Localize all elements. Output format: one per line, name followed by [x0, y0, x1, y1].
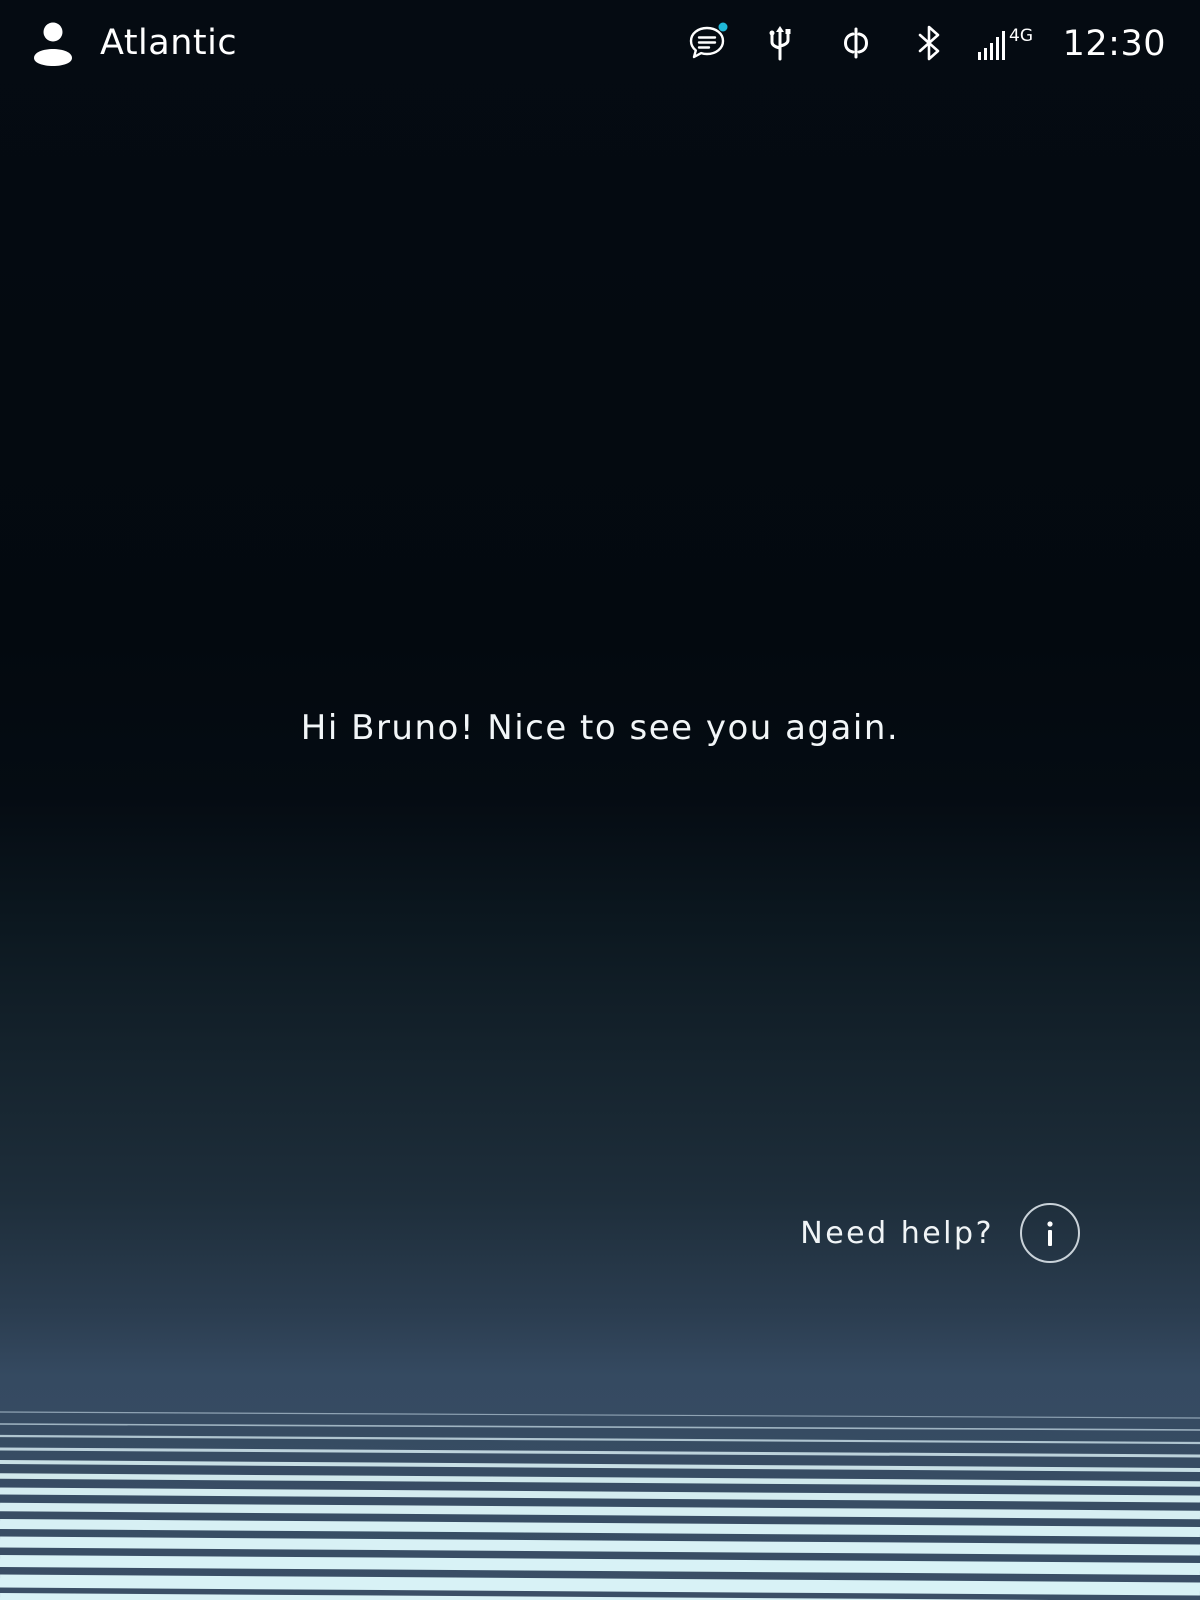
clock: 12:30	[1062, 24, 1166, 64]
user-name: Atlantic	[100, 23, 238, 63]
bluetooth-icon	[915, 22, 943, 64]
wireless-charging-icon	[842, 22, 870, 64]
status-bar: Atlantic 4G 12:30	[0, 0, 1200, 90]
user-profile[interactable]: Atlantic	[32, 18, 237, 68]
help-button[interactable]: Need help?	[800, 1202, 1080, 1264]
notification-dot	[718, 22, 728, 32]
chat-bubble-icon[interactable]	[688, 22, 728, 64]
info-icon	[1047, 1221, 1053, 1246]
help-label: Need help?	[800, 1215, 994, 1251]
network-type-label: 4G	[1009, 26, 1033, 46]
cellular-signal-icon: 4G	[976, 22, 1040, 64]
usb-icon	[765, 22, 795, 64]
user-profile-icon	[34, 22, 72, 66]
info-button[interactable]	[1020, 1203, 1080, 1263]
greeting-message: Hi Bruno! Nice to see you again.	[300, 708, 900, 748]
decorative-wave-lines	[0, 1411, 1200, 1600]
